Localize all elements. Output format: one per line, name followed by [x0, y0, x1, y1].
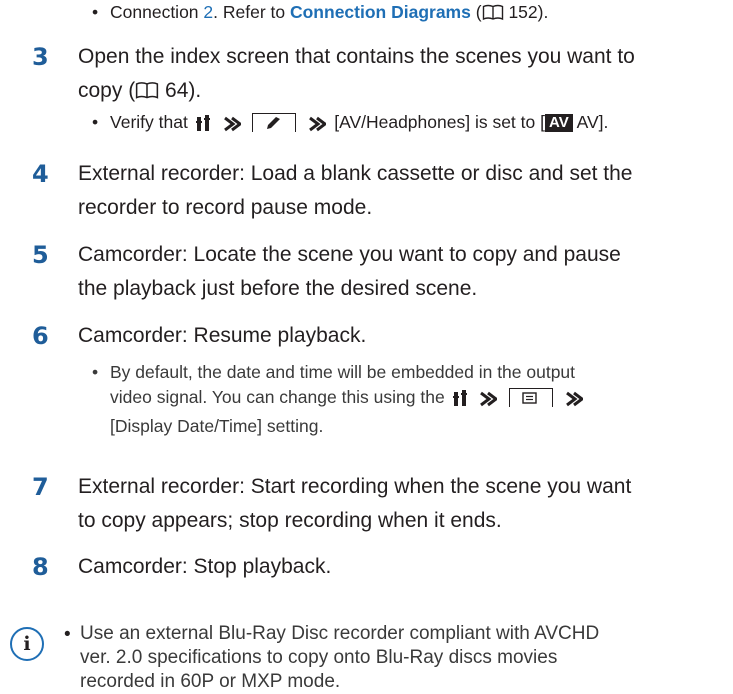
step-number: 5 [32, 241, 49, 269]
date-time-bullet: By default, the date and time will be em… [110, 360, 730, 439]
step-line: Open the index screen that contains the … [78, 45, 635, 68]
arrow-icon [223, 114, 243, 139]
page-ref[interactable]: 152 [508, 2, 537, 22]
step-number: 3 [32, 43, 49, 71]
bullet-line: By default, the date and time will be em… [110, 362, 576, 382]
bullet-marker: • [92, 2, 99, 22]
connection-bullet: Connection 2. Refer to Connection Diagra… [110, 0, 730, 28]
note-text: Use an external Blu-Ray Disc recorder co… [80, 622, 730, 694]
menu-icon [452, 389, 469, 414]
page-ref[interactable]: 64 [165, 79, 188, 102]
step-8-text: Camcorder: Stop playback. [78, 555, 332, 578]
step-line: External recorder: Start recording when … [78, 475, 632, 498]
book-icon [135, 77, 159, 111]
step-6-text: Camcorder: Resume playback. [78, 324, 367, 347]
step-7-text: External recorder: Start recording when … [78, 470, 728, 538]
bullet-line: video signal. You can change this using … [110, 385, 730, 414]
text: ). [537, 2, 549, 22]
step-number: 6 [32, 322, 49, 350]
step-line: copy ( 64). [78, 74, 728, 111]
step-5-text: Camcorder: Locate the scene you want to … [78, 238, 728, 306]
verify-bullet: Verify that [AV/Headphones] is set to [A… [110, 110, 733, 139]
step-line: External recorder: Load a blank cassette… [78, 162, 633, 185]
connection-diagrams-link[interactable]: Connection Diagrams [290, 2, 471, 22]
info-icon: i [10, 627, 44, 661]
text: . Refer to [213, 2, 290, 22]
arrow-icon [565, 389, 585, 414]
step-line: recorder to record pause mode. [78, 196, 373, 219]
bullet-marker: • [92, 112, 99, 132]
text: Connection [110, 2, 204, 22]
note-line: Use an external Blu-Ray Disc recorder co… [80, 623, 600, 644]
connection-number-link[interactable]: 2 [203, 2, 213, 22]
step-line: to copy appears; stop recording when it … [78, 509, 502, 532]
book-icon [482, 3, 504, 28]
av-badge: AV [544, 114, 573, 132]
text: ( [470, 2, 482, 22]
setup-tab-icon [252, 113, 297, 132]
step-4-text: External recorder: Load a blank cassette… [78, 157, 728, 225]
step-number: 4 [32, 160, 49, 188]
step-line: the playback just before the desired sce… [78, 277, 478, 300]
bullet-line: [Display Date/Time] setting. [110, 416, 324, 436]
display-tab-icon [509, 388, 554, 407]
arrow-icon [308, 114, 328, 139]
step-number: 8 [32, 553, 49, 581]
note-line: recorded in 60P or MXP mode. [80, 671, 341, 692]
menu-icon [195, 114, 212, 139]
step-line: Camcorder: Locate the scene you want to … [78, 243, 621, 266]
bullet-marker: • [92, 362, 99, 382]
note-line: ver. 2.0 specifications to copy onto Blu… [80, 647, 558, 668]
step-number: 7 [32, 473, 49, 501]
bullet-marker: • [64, 624, 71, 645]
arrow-icon [479, 389, 499, 414]
step-3-text: Open the index screen that contains the … [78, 40, 728, 111]
